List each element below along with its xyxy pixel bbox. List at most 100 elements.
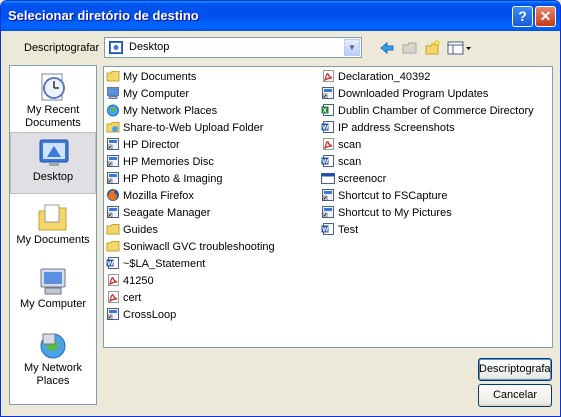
- title-bar[interactable]: Selecionar diretório de destino ? ✕: [1, 1, 560, 31]
- file-item[interactable]: My Network Places: [106, 103, 217, 119]
- file-name: CrossLoop: [123, 309, 177, 321]
- places-bar: My Recent Documents Desktop My Documents: [9, 65, 97, 405]
- window-title: Selecionar diretório de destino: [8, 8, 199, 23]
- file-item[interactable]: Guides: [106, 222, 158, 238]
- file-item[interactable]: HP Photo & Imaging: [106, 171, 222, 187]
- place-my-computer[interactable]: My Computer: [10, 262, 96, 324]
- help-button[interactable]: ?: [512, 6, 533, 27]
- desktop-icon: [109, 41, 123, 54]
- file-item[interactable]: Share-to-Web Upload Folder: [106, 120, 263, 136]
- file-list[interactable]: My Documents My Computer My Network Places…: [103, 66, 553, 348]
- file-name: 41250: [123, 275, 154, 287]
- my-computer-icon: [40, 268, 66, 295]
- place-my-documents[interactable]: My Documents: [10, 198, 96, 260]
- place-recent-documents[interactable]: My Recent Documents: [10, 68, 96, 130]
- cancel-button[interactable]: Cancelar: [478, 384, 552, 407]
- view-menu-icon[interactable]: [447, 39, 473, 57]
- shortcut-icon: [106, 154, 120, 168]
- file-item[interactable]: 41250: [106, 273, 154, 289]
- file-name: Seagate Manager: [123, 207, 211, 219]
- file-name: Downloaded Program Updates: [338, 88, 489, 100]
- file-name: Shortcut to FSCapture: [338, 190, 448, 202]
- file-name: Declaration_40392: [338, 71, 431, 83]
- file-item[interactable]: Downloaded Program Updates: [321, 86, 488, 102]
- file-item[interactable]: W Test: [321, 222, 358, 238]
- file-item[interactable]: Declaration_40392: [321, 69, 430, 85]
- word-icon: W: [106, 256, 120, 270]
- place-desktop[interactable]: Desktop: [10, 132, 96, 194]
- file-item[interactable]: HP Memories Disc: [106, 154, 214, 170]
- svg-text:X: X: [323, 108, 328, 115]
- file-item[interactable]: CrossLoop: [106, 307, 176, 323]
- file-name: HP Director: [123, 139, 180, 151]
- place-label: My Documents: [16, 234, 90, 246]
- file-name: Soniwacll GVC troubleshooting: [123, 241, 275, 253]
- file-item[interactable]: Soniwacll GVC troubleshooting: [106, 239, 275, 255]
- file-item[interactable]: Shortcut to My Pictures: [321, 205, 452, 221]
- file-item[interactable]: My Computer: [106, 86, 189, 102]
- file-item[interactable]: HP Director: [106, 137, 180, 153]
- file-item[interactable]: scan: [321, 137, 361, 153]
- file-item[interactable]: screenocr: [321, 171, 386, 187]
- file-name: IP address Screenshots: [338, 122, 455, 134]
- folder-icon: [106, 239, 120, 253]
- file-name: Shortcut to My Pictures: [338, 207, 452, 219]
- look-in-label: Descriptografar: [24, 42, 100, 54]
- shortcut-icon: [321, 188, 335, 202]
- file-item[interactable]: Seagate Manager: [106, 205, 210, 221]
- word-icon: W: [321, 154, 335, 168]
- folder-icon: [106, 69, 120, 83]
- network-icon: [106, 103, 120, 117]
- file-item[interactable]: Wscan: [321, 154, 361, 170]
- file-item[interactable]: Shortcut to FSCapture: [321, 188, 447, 204]
- shortcut-icon: [106, 137, 120, 151]
- excel-icon: X: [321, 103, 335, 117]
- file-name: My Network Places: [123, 105, 218, 117]
- place-label: My Network Places: [23, 362, 83, 387]
- file-name: My Documents: [123, 71, 197, 83]
- pdf-icon: [321, 137, 335, 151]
- place-label: Desktop: [32, 171, 74, 183]
- file-name: Guides: [123, 224, 158, 236]
- file-name: ~$LA_Statement: [123, 258, 206, 270]
- file-name: cert: [123, 292, 142, 304]
- file-name: My Computer: [123, 88, 190, 100]
- new-folder-icon[interactable]: [424, 39, 442, 57]
- file-item[interactable]: X Dublin Chamber of Commerce Directory: [321, 103, 534, 119]
- location-dropdown[interactable]: Desktop ▼: [104, 37, 362, 58]
- up-folder-icon[interactable]: [401, 39, 419, 57]
- back-arrow-icon[interactable]: [378, 39, 396, 57]
- shortcut-icon: [106, 171, 120, 185]
- file-item[interactable]: W IP address Screenshots: [321, 120, 455, 136]
- my-documents-icon: [38, 204, 67, 231]
- pdf-icon: [321, 69, 335, 83]
- shortcut-icon: [106, 205, 120, 219]
- descriptografar-button[interactable]: Descriptografar: [478, 358, 552, 381]
- pdf-icon: [106, 273, 120, 287]
- file-name: HP Photo & Imaging: [123, 173, 223, 185]
- place-label: My Recent Documents: [25, 104, 81, 129]
- file-item[interactable]: W ~$LA_Statement: [106, 256, 205, 272]
- location-value: Desktop: [129, 41, 170, 53]
- close-button[interactable]: ✕: [535, 6, 556, 27]
- chevron-down-icon[interactable]: ▼: [344, 39, 360, 56]
- shortcut-icon: [321, 86, 335, 100]
- firefox-icon: [106, 188, 120, 202]
- file-item[interactable]: cert: [106, 290, 141, 306]
- file-item[interactable]: Mozilla Firefox: [106, 188, 194, 204]
- word-icon: W: [321, 222, 335, 236]
- svg-text:W: W: [322, 159, 329, 166]
- shortcut-icon: [321, 205, 335, 219]
- svg-text:W: W: [322, 125, 329, 132]
- recent-documents-icon: [41, 73, 65, 101]
- word-icon: W: [321, 120, 335, 134]
- file-name: Share-to-Web Upload Folder: [123, 122, 264, 134]
- svg-text:W: W: [322, 227, 329, 234]
- file-name: HP Memories Disc: [123, 156, 214, 168]
- file-item[interactable]: My Documents: [106, 69, 196, 85]
- file-name: Dublin Chamber of Commerce Directory: [338, 105, 534, 117]
- place-label: My Computer: [19, 298, 87, 310]
- svg-text:W: W: [107, 261, 114, 268]
- folder-icon: [106, 222, 120, 236]
- place-network[interactable]: My Network Places: [10, 326, 96, 388]
